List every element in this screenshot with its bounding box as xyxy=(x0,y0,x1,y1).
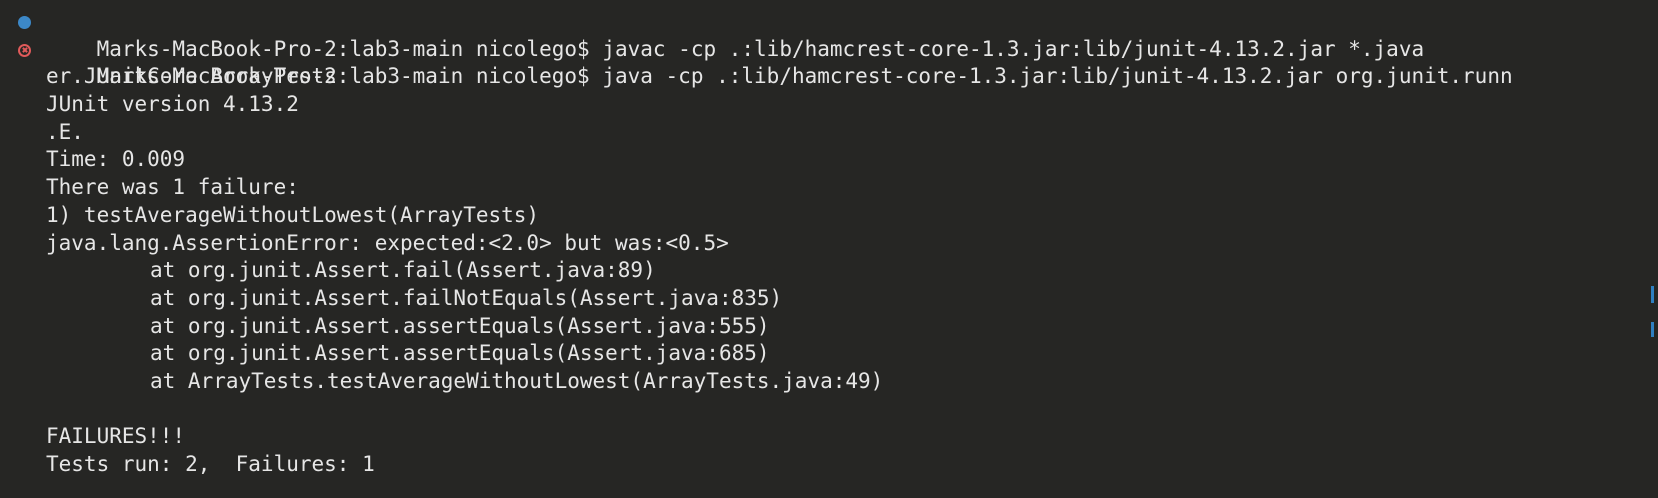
command-line-java: Marks-MacBook-Pro-2:lab3-main nicolego$ … xyxy=(0,36,1658,88)
stack-trace-line: at org.junit.Assert.failNotEquals(Assert… xyxy=(150,285,783,310)
error-status-icon[interactable] xyxy=(18,43,31,57)
scrollbar[interactable] xyxy=(1646,0,1658,498)
output-line: java.lang.AssertionError: expected:<2.0>… xyxy=(46,230,729,255)
output-line: JUnit version 4.13.2 xyxy=(46,92,299,117)
success-status-icon[interactable] xyxy=(18,16,31,29)
output-line: There was 1 failure: xyxy=(46,175,299,200)
scroll-marker xyxy=(1651,322,1654,337)
stack-trace-line: at ArrayTests.testAverageWithoutLowest(A… xyxy=(150,368,884,393)
command-line-javac: Marks-MacBook-Pro-2:lab3-main nicolego$ … xyxy=(0,8,1658,61)
output-line: Time: 0.009 xyxy=(46,147,186,172)
stack-trace-line: at org.junit.Assert.assertEquals(Assert.… xyxy=(150,341,770,366)
output-line: 1) testAverageWithoutLowest(ArrayTests) xyxy=(46,202,540,227)
output-line: .E. xyxy=(46,119,84,144)
stack-trace-line: at org.junit.Assert.fail(Assert.java:89) xyxy=(150,258,656,283)
scroll-marker xyxy=(1651,286,1654,303)
output-line: Tests run: 2, Failures: 1 xyxy=(46,452,375,476)
output-line: FAILURES!!! xyxy=(46,424,186,449)
terminal-window[interactable]: Marks-MacBook-Pro-2:lab3-main nicolego$ … xyxy=(0,0,1658,498)
stack-trace-line: at org.junit.Assert.assertEquals(Assert.… xyxy=(150,313,770,338)
output-line: er.JUnitCore ArrayTests xyxy=(46,64,337,89)
